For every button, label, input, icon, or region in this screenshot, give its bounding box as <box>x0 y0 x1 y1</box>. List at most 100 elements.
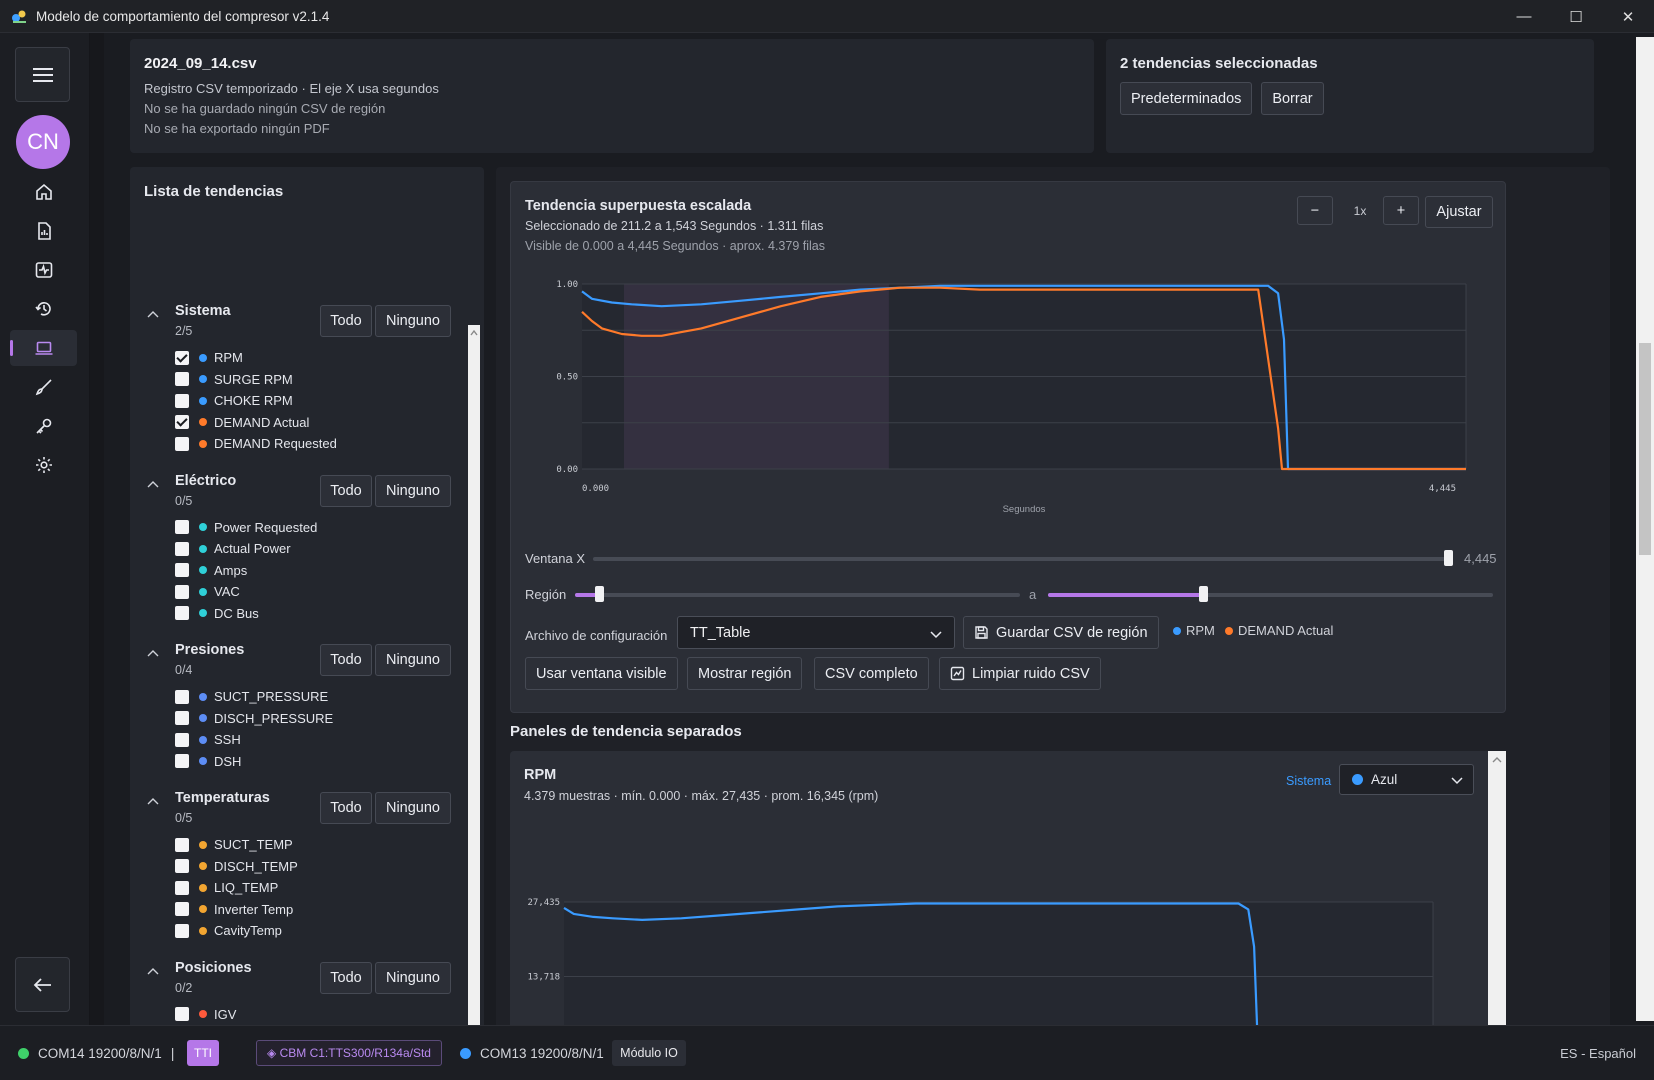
scrollbar-thumb[interactable] <box>1639 343 1651 555</box>
chevron-up-icon[interactable] <box>147 309 159 321</box>
panel-scrollbar[interactable] <box>1488 751 1506 1025</box>
chevron-up-icon[interactable] <box>147 966 159 978</box>
select-none-button[interactable]: Ninguno <box>375 961 451 994</box>
trend-item[interactable]: DEMAND Requested <box>144 433 457 455</box>
trend-item-label: DC Bus <box>214 605 259 621</box>
trend-checkbox[interactable] <box>175 393 189 408</box>
select-none-button[interactable]: Ninguno <box>375 792 451 824</box>
rpm-chart[interactable]: 27,435 13,718 <box>510 829 1480 1025</box>
select-all-button[interactable]: Todo <box>320 474 372 507</box>
trend-checkbox[interactable] <box>175 350 189 365</box>
trend-checkbox[interactable] <box>175 880 189 895</box>
trend-item[interactable]: SURGE RPM <box>144 369 457 391</box>
hamburger-menu-button[interactable] <box>15 47 70 102</box>
region-start-track[interactable] <box>575 593 1020 597</box>
chevron-up-icon[interactable] <box>147 796 159 808</box>
trend-item[interactable]: DEMAND Actual <box>144 412 457 434</box>
maximize-button[interactable]: ☐ <box>1550 0 1602 33</box>
select-all-button[interactable]: Todo <box>320 792 372 824</box>
trend-item[interactable]: Actual Power <box>144 538 457 560</box>
trend-list-scrollbar[interactable] <box>468 325 480 1025</box>
trend-item[interactable]: SUCT_TEMP <box>144 834 457 856</box>
chevron-up-icon[interactable] <box>147 479 159 491</box>
nav-reports[interactable] <box>10 213 77 249</box>
rpm-group-link[interactable]: Sistema <box>1286 774 1331 788</box>
x-tick-label: 4,445 <box>1429 484 1456 494</box>
nav-settings[interactable] <box>10 447 77 483</box>
trend-item[interactable]: SSH <box>144 729 457 751</box>
trend-checkbox[interactable] <box>175 436 189 451</box>
chevron-up-icon[interactable] <box>147 648 159 660</box>
close-button[interactable]: ✕ <box>1602 0 1654 33</box>
select-none-button[interactable]: Ninguno <box>375 474 451 507</box>
trend-item[interactable]: LIQ_TEMP <box>144 877 457 899</box>
avatar[interactable]: CN <box>16 115 70 169</box>
language-selector[interactable]: ES - Español <box>1560 1046 1636 1061</box>
select-none-button[interactable]: Ninguno <box>375 644 451 676</box>
trend-item[interactable]: Inverter Temp <box>144 899 457 921</box>
trend-checkbox[interactable] <box>175 415 189 430</box>
trend-checkbox[interactable] <box>175 732 189 747</box>
trend-checkbox[interactable] <box>175 754 189 769</box>
save-region-csv-button[interactable]: Guardar CSV de región <box>963 616 1159 649</box>
nav-key[interactable] <box>10 408 77 444</box>
trend-item[interactable]: VAC <box>144 581 457 603</box>
config-file-select[interactable]: TT_Table <box>677 616 955 649</box>
trend-checkbox[interactable] <box>175 584 189 599</box>
trend-checkbox[interactable] <box>175 859 189 874</box>
zoom-in-button[interactable]: + <box>1383 196 1419 225</box>
trend-item[interactable]: RPM <box>144 347 457 369</box>
back-button[interactable] <box>15 957 70 1012</box>
use-visible-window-button[interactable]: Usar ventana visible <box>525 657 678 690</box>
nav-brush[interactable] <box>10 369 77 405</box>
trend-item[interactable]: Amps <box>144 560 457 582</box>
region-end-handle[interactable] <box>1199 586 1208 602</box>
show-region-button[interactable]: Mostrar región <box>687 657 803 690</box>
fit-button[interactable]: Ajustar <box>1425 196 1493 228</box>
nav-laptop[interactable] <box>10 330 77 366</box>
clear-button[interactable]: Borrar <box>1261 82 1324 115</box>
window-x-handle[interactable] <box>1444 550 1453 566</box>
trend-checkbox[interactable] <box>175 923 189 938</box>
trend-checkbox[interactable] <box>175 372 189 387</box>
select-all-button[interactable]: Todo <box>320 305 372 337</box>
trend-item[interactable]: DISCH_TEMP <box>144 856 457 878</box>
trend-group-name: Presiones <box>175 642 245 658</box>
trend-item[interactable]: CHOKE RPM <box>144 390 457 412</box>
trend-item[interactable]: Power Requested <box>144 517 457 539</box>
trend-checkbox[interactable] <box>175 711 189 726</box>
nav-activity[interactable] <box>10 252 77 288</box>
select-all-button[interactable]: Todo <box>320 961 372 994</box>
window-x-track[interactable] <box>593 557 1449 561</box>
trend-item[interactable]: IGV <box>144 1004 457 1026</box>
overlay-chart[interactable]: 1.00 0.50 0.00 0.000 4,445 Segundos <box>511 262 1507 522</box>
zoom-out-button[interactable]: − <box>1297 196 1333 225</box>
trend-checkbox[interactable] <box>175 541 189 556</box>
trend-checkbox[interactable] <box>175 837 189 852</box>
trend-checkbox[interactable] <box>175 520 189 535</box>
select-all-button[interactable]: Todo <box>320 644 372 676</box>
nav-history[interactable] <box>10 291 77 327</box>
trend-checkbox[interactable] <box>175 902 189 917</box>
trend-checkbox[interactable] <box>175 563 189 578</box>
region-start-handle[interactable] <box>595 586 604 602</box>
trend-item[interactable]: SUCT_PRESSURE <box>144 686 457 708</box>
minimize-button[interactable]: — <box>1498 0 1550 33</box>
main-scrollbar[interactable] <box>1614 33 1654 1025</box>
rpm-color-select[interactable]: Azul <box>1339 764 1474 795</box>
trend-item[interactable]: CavityTemp <box>144 920 457 942</box>
nav-home[interactable] <box>10 174 77 210</box>
trend-item[interactable]: DSH <box>144 751 457 773</box>
trend-checkbox[interactable] <box>175 1007 189 1022</box>
defaults-button[interactable]: Predeterminados <box>1120 82 1253 115</box>
trend-item[interactable]: DC Bus <box>144 603 457 625</box>
trend-item[interactable]: DISCH_PRESSURE <box>144 708 457 730</box>
full-csv-button[interactable]: CSV completo <box>814 657 929 690</box>
cbm-badge[interactable]: ◈ CBM C1:TTS300/R134a/Std <box>256 1040 442 1066</box>
io-module-badge[interactable]: Módulo IO <box>612 1040 686 1066</box>
tti-badge[interactable]: TTI <box>187 1040 219 1066</box>
select-none-button[interactable]: Ninguno <box>375 305 451 337</box>
trend-checkbox[interactable] <box>175 689 189 704</box>
trend-checkbox[interactable] <box>175 606 189 621</box>
clean-noise-csv-button[interactable]: Limpiar ruido CSV <box>939 657 1101 690</box>
